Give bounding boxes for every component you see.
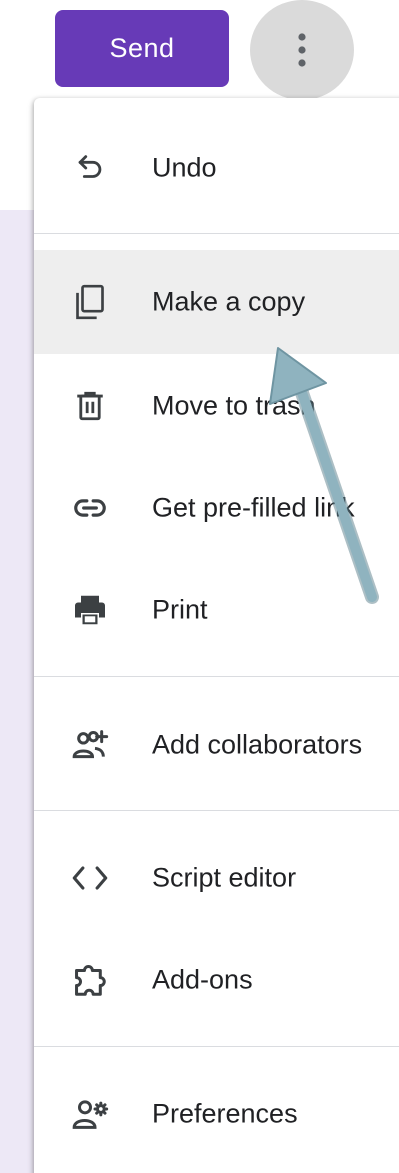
code-icon xyxy=(70,858,110,898)
trash-icon xyxy=(70,386,110,426)
more-vert-icon xyxy=(298,33,306,67)
menu-item-label: Add-ons xyxy=(152,964,253,995)
menu-item-undo[interactable]: Undo xyxy=(34,116,399,220)
menu-item-label: Add collaborators xyxy=(152,729,363,760)
menu-item-label: Move to trash xyxy=(152,390,316,421)
send-button-label: Send xyxy=(109,33,175,63)
menu-item-label: Script editor xyxy=(152,862,297,893)
menu-divider xyxy=(34,1046,399,1047)
menu-item-script-editor[interactable]: Script editor xyxy=(34,826,399,930)
link-icon xyxy=(70,488,110,528)
puzzle-icon xyxy=(70,960,110,1000)
print-icon xyxy=(70,590,110,630)
menu-divider xyxy=(34,233,399,234)
menu-item-make-a-copy[interactable]: Make a copy xyxy=(34,250,399,354)
menu-item-move-to-trash[interactable]: Move to trash xyxy=(34,354,399,458)
add-people-icon xyxy=(70,725,110,765)
menu-item-label: Preferences xyxy=(152,1098,298,1129)
copy-icon xyxy=(70,282,110,322)
menu-item-label: Print xyxy=(152,594,208,625)
menu-item-get-pre-filled-link[interactable]: Get pre-filled link xyxy=(34,456,399,560)
menu-item-print[interactable]: Print xyxy=(34,558,399,662)
menu-item-add-collaborators[interactable]: Add collaborators xyxy=(34,693,399,797)
menu-item-label: Get pre-filled link xyxy=(152,492,355,523)
screen: Send Undo Make a copy Move to trash Get … xyxy=(0,0,399,1173)
more-options-button[interactable] xyxy=(250,0,354,100)
menu-item-label: Undo xyxy=(152,152,217,183)
menu-item-add-ons[interactable]: Add-ons xyxy=(34,928,399,1032)
undo-icon xyxy=(70,148,110,188)
menu-item-preferences[interactable]: Preferences xyxy=(34,1062,399,1166)
send-button[interactable]: Send xyxy=(55,10,229,87)
menu-item-label: Make a copy xyxy=(152,286,306,317)
more-options-menu: Undo Make a copy Move to trash Get pre-f… xyxy=(34,98,399,1173)
menu-divider xyxy=(34,676,399,677)
menu-divider xyxy=(34,810,399,811)
person-settings-icon xyxy=(70,1094,110,1134)
